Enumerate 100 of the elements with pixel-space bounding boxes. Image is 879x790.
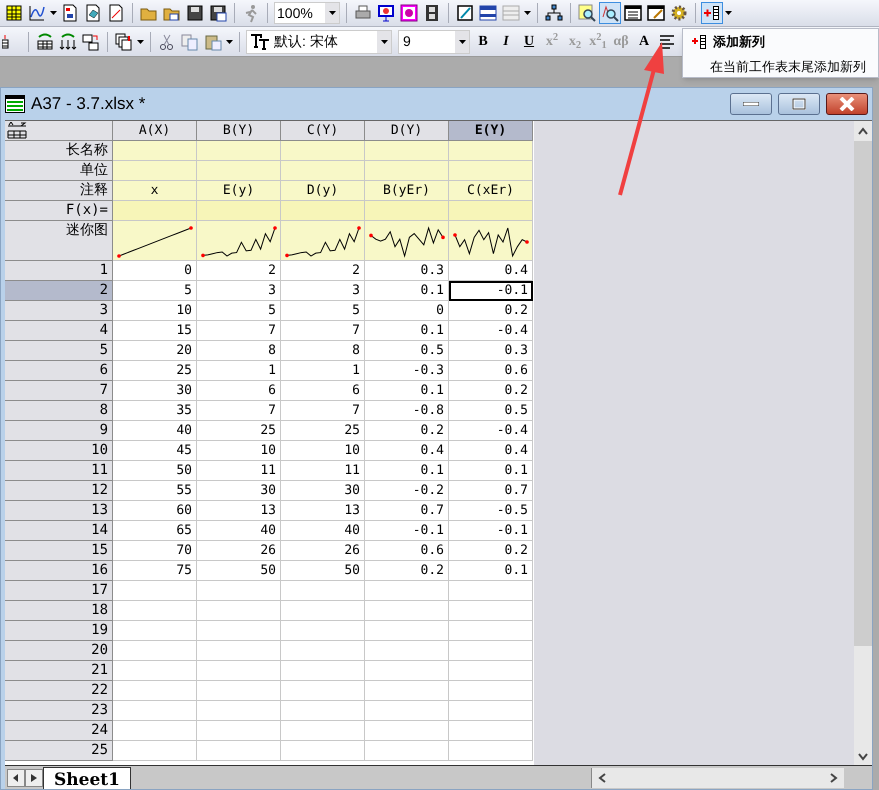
table-cell: 30 — [197, 481, 281, 501]
table-cell: 6 — [197, 381, 281, 401]
table-cell: 0.1 — [365, 321, 449, 341]
format-button[interactable]: U — [519, 30, 539, 52]
sheet-tab[interactable]: Sheet1 — [43, 767, 131, 789]
column-header[interactable]: A(X) — [113, 121, 197, 141]
gear-icon[interactable] — [669, 3, 689, 23]
save-icon[interactable] — [208, 3, 228, 23]
scrollbar-thumb[interactable] — [854, 141, 872, 646]
row-number[interactable]: 23 — [5, 701, 113, 721]
sort-grid-icon[interactable] — [7, 122, 27, 139]
table-cell: 70 — [113, 541, 197, 561]
grid-icon[interactable] — [4, 3, 24, 23]
row-number[interactable]: 17 — [5, 581, 113, 601]
font-size-dropdown[interactable]: 9 — [398, 30, 470, 54]
table-cell: 45 — [113, 441, 197, 461]
row-number[interactable]: 14 — [5, 521, 113, 541]
caret-icon[interactable] — [328, 10, 336, 16]
sort-icon[interactable] — [58, 32, 78, 52]
row-number[interactable]: 7 — [5, 381, 113, 401]
horizontal-scrollbar[interactable] — [590, 768, 844, 788]
format-button[interactable]: A — [634, 30, 654, 52]
caret-icon[interactable] — [226, 38, 233, 44]
pie-chart-icon[interactable] — [399, 3, 419, 23]
maximize-icon — [792, 98, 806, 110]
comment-cell: B(yEr) — [365, 181, 449, 201]
magnifier-icon[interactable] — [600, 3, 620, 23]
tab-prev-button[interactable] — [7, 768, 25, 786]
row-label: F(x)= — [5, 201, 113, 221]
maximize-button[interactable] — [778, 93, 820, 115]
scroll-left-icon[interactable] — [598, 772, 606, 782]
row-number[interactable]: 19 — [5, 621, 113, 641]
caret-icon[interactable] — [458, 38, 466, 44]
layout-icon[interactable] — [478, 3, 498, 23]
column-header[interactable]: D(Y) — [365, 121, 449, 141]
add-column-icon[interactable] — [702, 3, 722, 23]
row-number[interactable]: 18 — [5, 601, 113, 621]
grid-icon[interactable] — [35, 32, 55, 52]
caret-icon[interactable] — [725, 10, 732, 16]
table-icon[interactable] — [623, 3, 643, 23]
notepad-icon[interactable] — [646, 3, 666, 23]
table-cell: 0.7 — [365, 501, 449, 521]
caret-icon[interactable] — [524, 10, 531, 16]
row-number[interactable]: 13 — [5, 501, 113, 521]
graph-icon[interactable] — [27, 3, 47, 23]
save-icon[interactable] — [185, 3, 205, 23]
row-number[interactable]: 9 — [5, 421, 113, 441]
row-number[interactable]: 16 — [5, 561, 113, 581]
zoom-dropdown[interactable]: 100% — [274, 2, 340, 24]
scroll-down-icon[interactable] — [858, 753, 868, 761]
row-number[interactable]: 20 — [5, 641, 113, 661]
caret-icon[interactable] — [50, 10, 57, 16]
row-number[interactable]: 1 — [5, 261, 113, 281]
table-cell: 0.2 — [449, 541, 533, 561]
row-number[interactable]: 12 — [5, 481, 113, 501]
row-number[interactable]: 15 — [5, 541, 113, 561]
font-dropdown[interactable]: 默认: 宋体 — [246, 30, 392, 54]
grid-icon[interactable] — [81, 32, 101, 52]
row-number[interactable]: 8 — [5, 401, 113, 421]
row-number[interactable]: 6 — [5, 361, 113, 381]
table-cell: 26 — [197, 541, 281, 561]
format-button[interactable]: B — [473, 30, 493, 52]
table-cell: 11 — [197, 461, 281, 481]
column-header[interactable]: C(Y) — [281, 121, 365, 141]
row-number[interactable]: 21 — [5, 661, 113, 681]
comment-cell: D(y) — [281, 181, 365, 201]
table-cell: 0.3 — [365, 261, 449, 281]
row-number[interactable]: 22 — [5, 681, 113, 701]
table-cell: -0.4 — [449, 421, 533, 441]
magnifier-icon[interactable] — [577, 3, 597, 23]
table-cell: 50 — [113, 461, 197, 481]
caret-icon[interactable] — [137, 38, 144, 44]
close-button[interactable] — [826, 93, 868, 115]
row-number[interactable]: 25 — [5, 741, 113, 761]
hierarchy-icon[interactable] — [544, 3, 564, 23]
row-number[interactable]: 10 — [5, 441, 113, 461]
scroll-up-icon[interactable] — [858, 127, 868, 135]
scroll-right-icon[interactable] — [830, 772, 838, 782]
tab-next-button[interactable] — [25, 768, 43, 786]
format-button[interactable]: I — [496, 30, 516, 52]
row-number[interactable]: 11 — [5, 461, 113, 481]
column-header[interactable]: B(Y) — [197, 121, 281, 141]
row-number[interactable]: 3 — [5, 301, 113, 321]
vertical-scrollbar[interactable] — [854, 121, 872, 765]
column-header[interactable]: E(Y) — [449, 121, 533, 141]
presentation-icon[interactable] — [376, 3, 396, 23]
caret-icon[interactable] — [380, 38, 388, 44]
table-cell: -0.4 — [449, 321, 533, 341]
zoom-value: 100% — [277, 4, 313, 22]
copy-icon[interactable] — [114, 32, 134, 52]
row-number[interactable]: 5 — [5, 341, 113, 361]
minimize-button[interactable] — [730, 93, 772, 115]
table-cell: -0.1 — [365, 521, 449, 541]
row-number[interactable]: 4 — [5, 321, 113, 341]
table-cell: 0.1 — [449, 461, 533, 481]
table-cell: 2 — [281, 261, 365, 281]
notepad-icon[interactable] — [455, 3, 475, 23]
row-number[interactable]: 24 — [5, 721, 113, 741]
row-number[interactable]: 2 — [5, 281, 113, 301]
table-cell: -0.5 — [449, 501, 533, 521]
